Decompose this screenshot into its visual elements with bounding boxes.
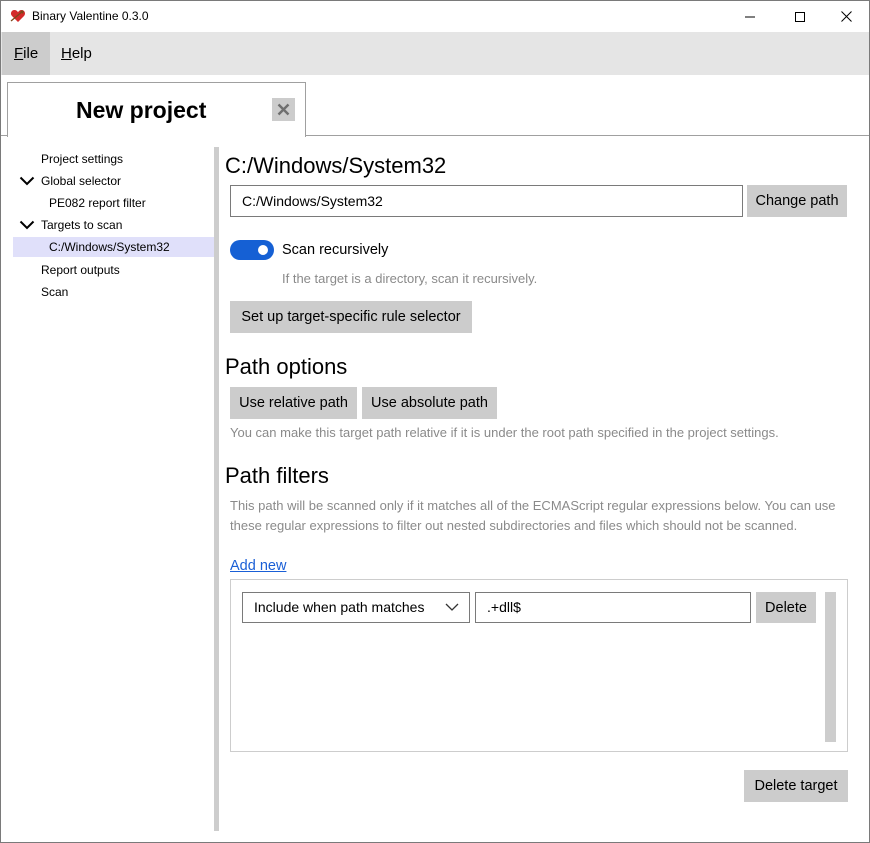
use-absolute-path-button[interactable]: Use absolute path <box>362 387 497 419</box>
menu-help[interactable]: Help <box>49 32 104 75</box>
filter-regex-input[interactable]: .+dll$ <box>475 592 751 623</box>
scan-recursively-hint: If the target is a directory, scan it re… <box>282 271 538 286</box>
scan-recursively-toggle[interactable] <box>230 240 274 260</box>
tab-new-project[interactable]: New project <box>7 82 306 137</box>
menu-help-label: elp <box>71 45 92 62</box>
chevron-down-icon[interactable] <box>19 174 35 188</box>
tree-item-label: Report outputs <box>41 263 120 277</box>
maximize-icon <box>795 11 805 22</box>
close-icon <box>840 11 852 22</box>
minimize-icon <box>745 16 755 17</box>
path-options-hint: You can make this target path relative i… <box>230 425 779 440</box>
scan-recursively-label: Scan recursively <box>282 242 389 258</box>
title-bar: Binary Valentine 0.3.0 <box>1 1 869 32</box>
tree-item-label: Scan <box>41 285 69 299</box>
filter-mode-value: Include when path matches <box>254 599 425 615</box>
path-filters-list: Include when path matches .+dll$ Delete <box>230 579 848 752</box>
delete-target-button[interactable]: Delete target <box>744 770 848 802</box>
path-filters-heading: Path filters <box>225 463 329 488</box>
menu-bar: File Help <box>1 32 869 75</box>
tree-item-global-selector[interactable]: Global selector <box>13 171 214 191</box>
tree-item-report-outputs[interactable]: Report outputs <box>13 260 214 280</box>
tab-title: New project <box>76 97 207 123</box>
add-new-filter-link[interactable]: Add new <box>230 558 286 574</box>
close-icon <box>277 103 290 116</box>
menu-file-mnemonic: F <box>14 45 24 62</box>
tree-item-scan[interactable]: Scan <box>13 282 214 302</box>
use-relative-path-button[interactable]: Use relative path <box>230 387 357 419</box>
change-path-button[interactable]: Change path <box>747 185 847 217</box>
close-tab-button[interactable] <box>272 98 295 121</box>
app-window: Binary Valentine 0.3.0 File Help New pro… <box>0 0 870 843</box>
minimize-button[interactable] <box>727 1 773 32</box>
chevron-down-icon <box>445 603 459 611</box>
menu-file[interactable]: File <box>2 32 51 75</box>
toggle-knob <box>258 245 268 255</box>
tab-strip: New project <box>1 75 869 137</box>
tree-item-label: PE082 report filter <box>49 196 146 210</box>
tree-item-target-system32[interactable]: C:/Windows/System32 <box>13 237 214 257</box>
delete-filter-button[interactable]: Delete <box>756 592 816 623</box>
filter-mode-select[interactable]: Include when path matches <box>242 592 470 623</box>
target-settings-panel: C:/Windows/System32 C:/Windows/System32 … <box>225 147 855 837</box>
maximize-button[interactable] <box>777 1 823 32</box>
target-path-input[interactable]: C:/Windows/System32 <box>230 185 743 217</box>
tree-item-pe082-report-filter[interactable]: PE082 report filter <box>13 193 214 213</box>
tree-item-label: Targets to scan <box>41 218 123 232</box>
tree-item-label: Project settings <box>41 152 124 166</box>
chevron-down-icon[interactable] <box>19 218 35 232</box>
close-window-button[interactable] <box>823 1 869 32</box>
heart-icon <box>10 8 26 24</box>
tree-item-project-settings[interactable]: Project settings <box>13 149 214 169</box>
tree-item-targets-to-scan[interactable]: Targets to scan <box>13 215 214 235</box>
pane-splitter[interactable] <box>214 147 219 831</box>
rule-selector-button[interactable]: Set up target-specific rule selector <box>230 301 472 333</box>
tree-item-label: Global selector <box>41 174 122 188</box>
path-options-heading: Path options <box>225 354 348 379</box>
menu-file-label: ile <box>23 45 39 62</box>
tree-item-label: C:/Windows/System32 <box>49 240 170 254</box>
menu-help-mnemonic: H <box>61 45 72 62</box>
window-title: Binary Valentine 0.3.0 <box>32 9 149 23</box>
project-tree: Project settings Global selector PE082 r… <box>13 147 214 837</box>
path-filters-hint: This path will be scanned only if it mat… <box>230 498 836 533</box>
filters-scrollbar[interactable] <box>825 592 836 742</box>
target-heading: C:/Windows/System32 <box>225 153 447 178</box>
